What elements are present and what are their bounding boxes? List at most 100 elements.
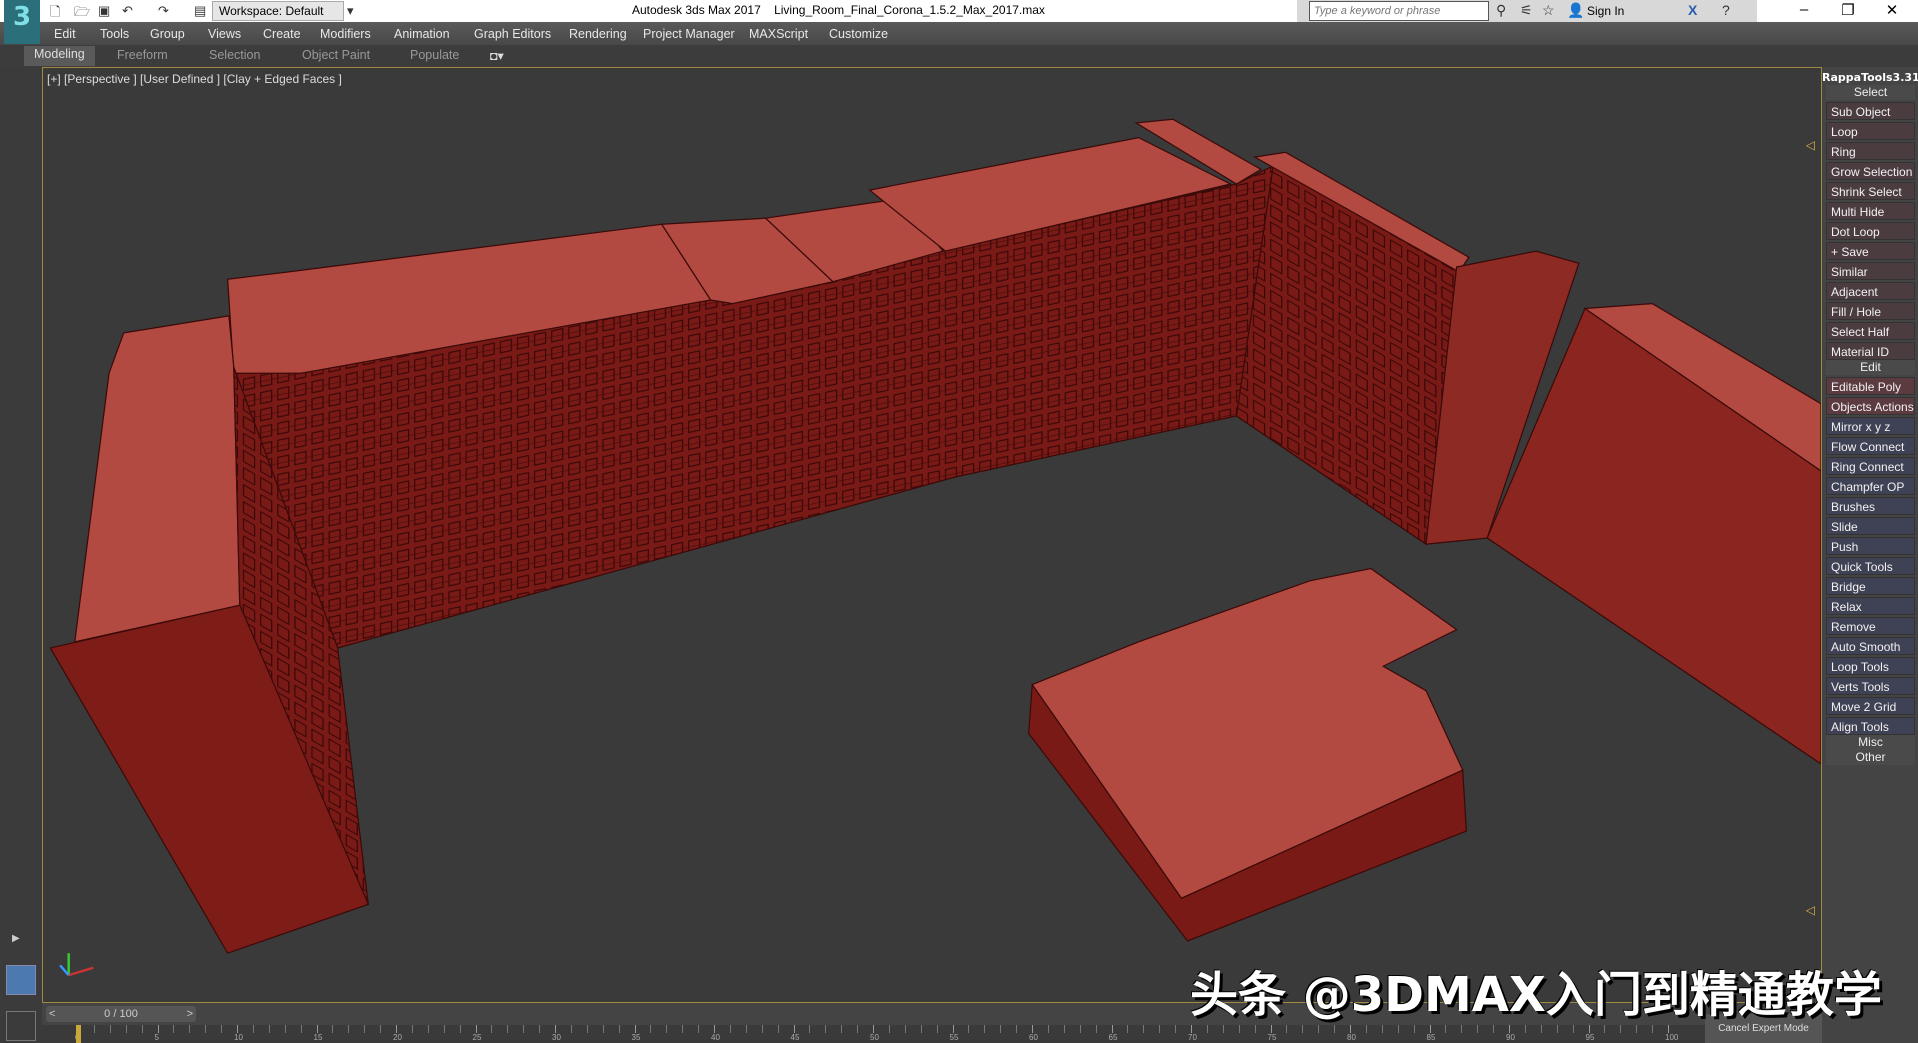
tool-button-loop-tools[interactable]: Loop Tools <box>1826 657 1915 675</box>
section-other[interactable]: Other <box>1826 750 1915 765</box>
timeline-playhead[interactable] <box>76 1025 81 1043</box>
tool-button-fill-hole[interactable]: Fill / Hole <box>1826 302 1915 320</box>
menu-create[interactable]: Create <box>263 27 301 41</box>
app-logo[interactable]: 3 <box>4 0 40 44</box>
tool-button-editable-poly[interactable]: Editable Poly <box>1826 377 1915 395</box>
project-icon[interactable]: ▤ <box>194 3 206 19</box>
tool-button-similar[interactable]: Similar <box>1826 262 1915 280</box>
tool-button-loop[interactable]: Loop <box>1826 122 1915 140</box>
binoculars-icon[interactable]: ⚲ <box>1496 2 1506 19</box>
sign-in-button[interactable]: Sign In <box>1587 4 1624 18</box>
viewport-layout-icon[interactable] <box>6 965 36 995</box>
timeline-tick <box>523 1025 525 1033</box>
tool-button-verts-tools[interactable]: Verts Tools <box>1826 677 1915 695</box>
timeline-tick-label: 20 <box>393 1033 402 1042</box>
tool-button-champfer-op[interactable]: Champfer OP <box>1826 477 1915 495</box>
tool-button-relax[interactable]: Relax <box>1826 597 1915 615</box>
tool-button-move-2-grid[interactable]: Move 2 Grid <box>1826 697 1915 715</box>
save-icon[interactable]: ▣ <box>98 3 110 19</box>
tool-button-grow-selection[interactable]: Grow Selection <box>1826 162 1915 180</box>
timeline-tick <box>825 1025 827 1033</box>
menu-customize[interactable]: Customize <box>829 27 888 41</box>
timeline-tick <box>666 1025 668 1033</box>
time-slider[interactable]: <0 / 100 > <box>46 1006 196 1022</box>
timeline-tick <box>920 1025 922 1033</box>
exchange-apps-icon[interactable]: X <box>1688 2 1697 18</box>
viewport-label[interactable]: [+] [Perspective ] [User Defined ] [Clay… <box>47 72 342 86</box>
timeline-tick <box>1063 1025 1065 1033</box>
tool-button-objects-actions[interactable]: Objects Actions <box>1826 397 1915 415</box>
timeline-tick <box>1477 1025 1479 1033</box>
timeline-tick <box>411 1025 413 1033</box>
timeline-tick <box>1254 1025 1256 1033</box>
timeline-tick-label: 10 <box>234 1033 243 1042</box>
favorites-star-icon[interactable]: ☆ <box>1542 2 1555 19</box>
next-frame-icon[interactable]: > <box>187 1006 196 1022</box>
timeline-track[interactable]: 0510152025303540455055606570758085909510… <box>42 1025 1722 1043</box>
timeline-tick <box>1572 1025 1574 1033</box>
tab-selection[interactable]: Selection <box>209 48 260 62</box>
section-edit[interactable]: Edit <box>1826 360 1915 375</box>
timeline-tick <box>443 1025 445 1033</box>
workspace-dropdown[interactable]: Workspace: Default <box>212 1 344 21</box>
prev-frame-icon[interactable]: < <box>46 1006 55 1022</box>
tool-button-remove[interactable]: Remove <box>1826 617 1915 635</box>
restore-button[interactable]: ❐ <box>1828 1 1868 19</box>
tab-modeling[interactable]: Modeling <box>24 46 95 66</box>
tab-object-paint[interactable]: Object Paint <box>302 48 370 62</box>
tool-button-bridge[interactable]: Bridge <box>1826 577 1915 595</box>
help-icon[interactable]: ? <box>1722 2 1730 18</box>
menu-animation[interactable]: Animation <box>394 27 450 41</box>
tool-button-sub-object[interactable]: Sub Object <box>1826 102 1915 120</box>
timeline-tick <box>268 1025 270 1033</box>
tool-button-align-tools[interactable]: Align Tools <box>1826 717 1915 735</box>
undo-icon[interactable]: ↶ <box>122 3 133 19</box>
menu-maxscript[interactable]: MAXScript <box>749 27 808 41</box>
tool-button-flow-connect[interactable]: Flow Connect <box>1826 437 1915 455</box>
tool-button-mirror-x-y-z[interactable]: Mirror x y z <box>1826 417 1915 435</box>
tool-button-quick-tools[interactable]: Quick Tools <box>1826 557 1915 575</box>
tool-button-push[interactable]: Push <box>1826 537 1915 555</box>
menu-edit[interactable]: Edit <box>54 27 76 41</box>
perspective-viewport[interactable]: [+] [Perspective ] [User Defined ] [Clay… <box>42 67 1822 1003</box>
menu-graph-editors[interactable]: Graph Editors <box>474 27 551 41</box>
menu-modifiers[interactable]: Modifiers <box>320 27 371 41</box>
customize-quickaccess-icon[interactable]: ▾ <box>347 3 354 19</box>
timeline-tick-label: 65 <box>1108 1033 1118 1042</box>
play-icon[interactable]: ▶ <box>12 933 20 944</box>
tool-button-shrink-select[interactable]: Shrink Select <box>1826 182 1915 200</box>
tool-button-brushes[interactable]: Brushes <box>1826 497 1915 515</box>
section-misc[interactable]: Misc <box>1826 735 1915 750</box>
close-button[interactable]: ✕ <box>1872 1 1912 19</box>
tool-button-multi-hide[interactable]: Multi Hide <box>1826 202 1915 220</box>
tool-button-ring[interactable]: Ring <box>1826 142 1915 160</box>
menu-tools[interactable]: Tools <box>100 27 129 41</box>
tool-button-auto-smooth[interactable]: Auto Smooth <box>1826 637 1915 655</box>
timeline-tick <box>586 1025 588 1033</box>
tool-button-adjacent[interactable]: Adjacent <box>1826 282 1915 300</box>
communication-center-icon[interactable]: ⚟ <box>1520 2 1533 19</box>
minimize-button[interactable]: – <box>1784 1 1824 18</box>
tool-button-dot-loop[interactable]: Dot Loop <box>1826 222 1915 240</box>
tab-freeform[interactable]: Freeform <box>117 48 168 62</box>
menu-views[interactable]: Views <box>208 27 241 41</box>
timeline-tick <box>634 1025 636 1033</box>
viewport-marker-icon: ◁ <box>1805 138 1815 152</box>
section-select[interactable]: Select <box>1826 85 1915 100</box>
viewport-grid-icon[interactable] <box>6 1011 36 1041</box>
redo-icon[interactable]: ↷ <box>158 3 169 19</box>
menu-rendering[interactable]: Rendering <box>569 27 627 41</box>
timeline-tick <box>793 1025 795 1033</box>
tool-button-material-id[interactable]: Material ID <box>1826 342 1915 360</box>
menu-project-manager[interactable]: Project Manager <box>643 27 735 41</box>
tool-button-slide[interactable]: Slide <box>1826 517 1915 535</box>
tool-button-save[interactable]: + Save <box>1826 242 1915 260</box>
timeline-tick-label: 50 <box>870 1033 879 1042</box>
ribbon-options-icon[interactable]: ◘▾ <box>490 48 504 63</box>
search-input[interactable]: Type a keyword or phrase <box>1309 1 1489 21</box>
tool-button-ring-connect[interactable]: Ring Connect <box>1826 457 1915 475</box>
axis-gizmo <box>59 953 94 977</box>
tab-populate[interactable]: Populate <box>410 48 459 62</box>
tool-button-select-half[interactable]: Select Half <box>1826 322 1915 340</box>
menu-group[interactable]: Group <box>150 27 185 41</box>
